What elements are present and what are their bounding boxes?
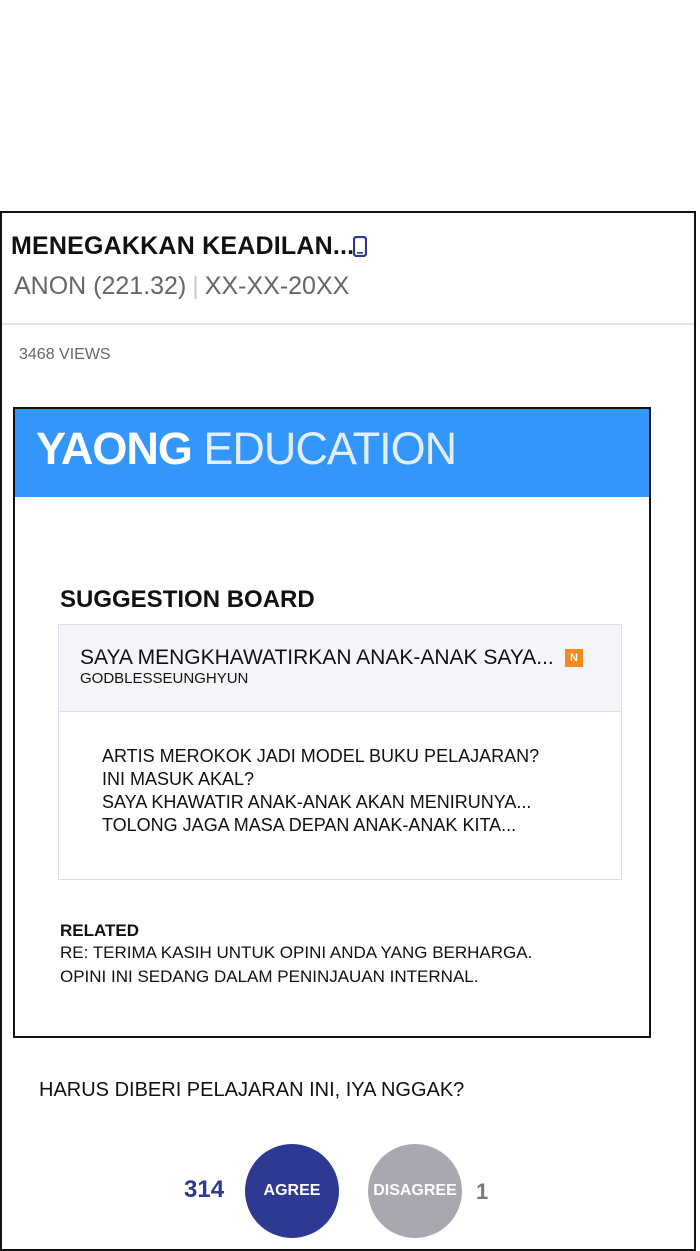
disagree-button[interactable]: DISAGREE xyxy=(368,1144,462,1238)
post-panel: MENEGAKKAN KEADILAN... ANON (221.32) | XX-… xyxy=(0,211,696,1251)
suggestion-card: SAYA MENGKHAWATIRKAN ANAK-ANAK SAYA... N… xyxy=(58,624,622,880)
brand-name-light: EDUCATION xyxy=(203,423,457,474)
related-label: RELATED xyxy=(60,921,140,940)
card-body: ARTIS MEROKOK JADI MODEL BUKU PELAJARAN?… xyxy=(102,745,539,837)
card-body-line: SAYA KHAWATIR ANAK-ANAK AKAN MENIRUNYA..… xyxy=(102,792,532,812)
related-line: RE: TERIMA KASIH UNTUK OPINI ANDA YANG B… xyxy=(60,943,533,962)
post-header: MENEGAKKAN KEADILAN... ANON (221.32) | XX-… xyxy=(2,213,694,325)
post-meta: ANON (221.32) | XX-XX-20XX xyxy=(14,272,349,301)
new-badge-icon: N xyxy=(565,649,583,667)
post-date: XX-XX-20XX xyxy=(204,272,350,300)
brand-header: YAONG EDUCATION xyxy=(15,409,649,497)
agree-button[interactable]: AGREE xyxy=(245,1144,339,1238)
card-title: SAYA MENGKHAWATIRKAN ANAK-ANAK SAYA... xyxy=(80,646,554,669)
post-author: ANON (221.32) xyxy=(14,272,187,300)
related-line: OPINI INI SEDANG DALAM PENINJAUAN INTERN… xyxy=(60,967,479,986)
card-body-line: INI MASUK AKAL? xyxy=(102,769,255,789)
view-count: 3468 VIEWS xyxy=(19,346,111,363)
agree-count: 314 xyxy=(184,1176,225,1203)
card-header: SAYA MENGKHAWATIRKAN ANAK-ANAK SAYA... N… xyxy=(59,625,621,712)
brand-logo: YAONG EDUCATION xyxy=(36,423,457,475)
meta-separator: | xyxy=(192,272,199,300)
post-title: MENEGAKKAN KEADILAN... xyxy=(11,232,355,260)
card-author: GODBLESSEUNGHYUN xyxy=(80,670,249,687)
disagree-count: 1 xyxy=(476,1179,489,1204)
board-title: SUGGESTION BOARD xyxy=(60,586,315,613)
mobile-phone-icon xyxy=(353,236,367,257)
brand-name-strong: YAONG xyxy=(36,423,193,474)
article-image: YAONG EDUCATION SUGGESTION BOARD SAYA ME… xyxy=(13,407,651,1038)
card-body-line: TOLONG JAGA MASA DEPAN ANAK-ANAK KITA... xyxy=(102,815,517,835)
card-body-line: ARTIS MEROKOK JADI MODEL BUKU PELAJARAN? xyxy=(102,746,540,766)
poll-question: HARUS DIBERI PELAJARAN INI, IYA NGGAK? xyxy=(39,1079,465,1101)
